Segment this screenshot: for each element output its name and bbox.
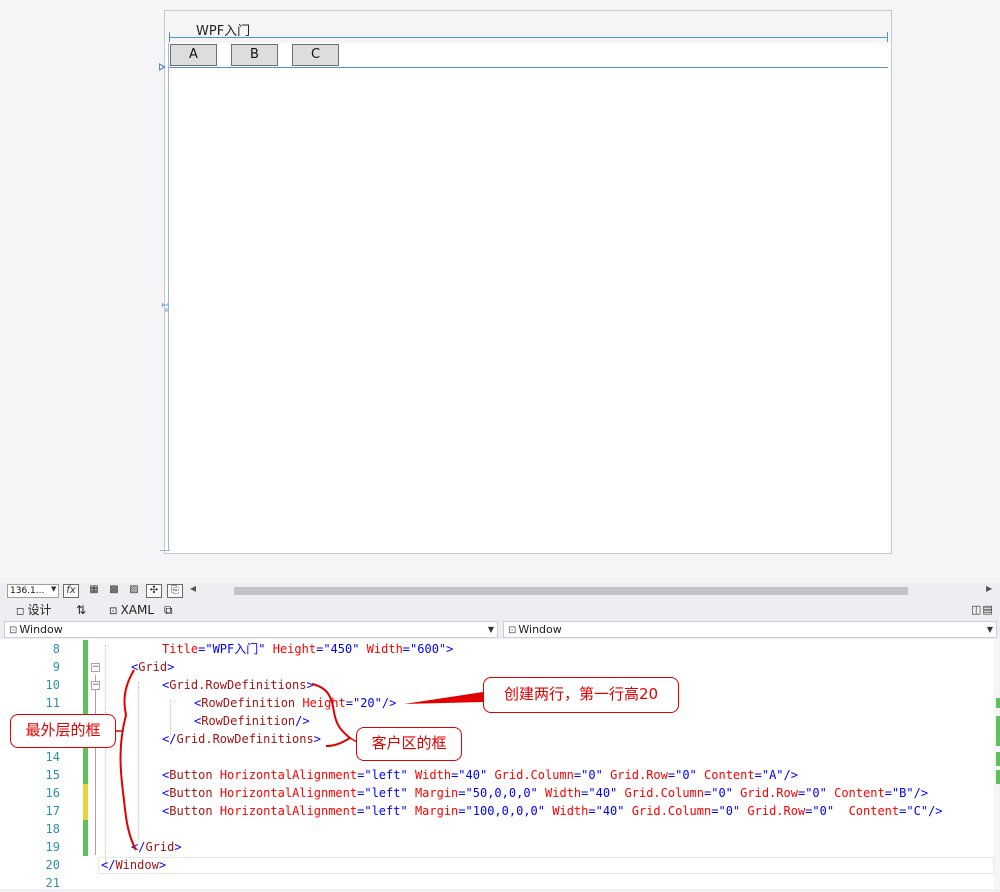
code-line-10[interactable]: <Grid.RowDefinitions>	[162, 676, 314, 694]
grid-row-guide	[168, 43, 169, 551]
row-size-label[interactable]: 1*	[159, 302, 169, 312]
indent-guide	[105, 645, 107, 865]
change-marker	[83, 694, 88, 712]
outline-line	[95, 675, 96, 855]
change-marker	[83, 676, 88, 694]
project-code-icon[interactable]: ⎘	[167, 584, 183, 598]
line-number: 19	[45, 840, 60, 854]
annotation-outer-frame: 最外层的框	[10, 714, 116, 748]
grid-icon[interactable]: ▦	[86, 584, 102, 598]
window-preview[interactable]	[164, 10, 892, 554]
snap-grid-icon[interactable]: ▩	[106, 584, 122, 598]
annotation-client-area: 客户区的框	[356, 727, 462, 761]
grid-column-guide	[169, 37, 888, 38]
element-icon: ⊡	[508, 625, 517, 636]
preview-button-c[interactable]: C	[292, 44, 339, 66]
line-number: 15	[45, 768, 60, 782]
code-line-15[interactable]: <Button HorizontalAlignment="left" Width…	[162, 766, 798, 784]
line-number: 10	[45, 678, 60, 692]
code-line-12[interactable]: <RowDefinition/>	[194, 712, 310, 730]
change-marker	[83, 784, 88, 802]
code-line-13[interactable]: </Grid.RowDefinitions>	[162, 730, 321, 748]
scroll-change-marker	[996, 752, 1000, 766]
swap-panes-button[interactable]: ⇅	[76, 602, 86, 618]
preview-button-a[interactable]: A	[170, 44, 217, 66]
code-line-8[interactable]: Title="WPF入门" Height="450" Width="600">	[162, 640, 453, 658]
tab-design-label: 设计	[27, 603, 52, 617]
grid-guide-bottom	[160, 550, 170, 551]
scroll-right-icon[interactable]: ▶	[986, 584, 992, 593]
background-icon[interactable]: ▨	[126, 584, 142, 598]
member-navigation-select[interactable]: ⊡ Window ▼	[503, 621, 997, 638]
member-navigation-value: Window	[518, 623, 562, 636]
line-number: 8	[52, 642, 60, 656]
line-number: 16	[45, 786, 60, 800]
tab-xaml[interactable]: ⊡ XAML	[109, 602, 154, 618]
chevron-down-icon[interactable]: ▼	[488, 622, 494, 637]
type-navigation-select[interactable]: ⊡ Window ▼	[4, 621, 498, 638]
change-marker	[83, 838, 88, 856]
design-icon: ◻	[16, 606, 28, 617]
row-marker-icon-inner	[160, 65, 163, 69]
code-line-17[interactable]: <Button HorizontalAlignment="left" Margi…	[162, 802, 943, 820]
scroll-change-marker	[996, 770, 1000, 784]
change-marker	[83, 640, 88, 658]
chevron-down-icon[interactable]: ▼	[51, 585, 56, 593]
element-icon: ⊡	[9, 625, 18, 636]
chevron-down-icon[interactable]: ▼	[987, 622, 993, 637]
fx-button[interactable]: fx	[63, 584, 79, 598]
code-line-11[interactable]: <RowDefinition Height="20"/>	[194, 694, 396, 712]
change-marker	[83, 802, 88, 820]
line-number: 18	[45, 822, 60, 836]
scroll-change-marker	[996, 716, 1000, 746]
line-number: 17	[45, 804, 60, 818]
scroll-change-marker	[996, 698, 1000, 708]
type-navigation-value: Window	[19, 623, 63, 636]
change-marker	[83, 820, 88, 838]
tab-xaml-label: XAML	[120, 603, 155, 617]
code-line-9[interactable]: <Grid>	[131, 658, 174, 676]
code-line-20[interactable]: </Window>	[101, 856, 166, 874]
xaml-icon: ⊡	[109, 606, 121, 617]
code-line-19[interactable]: </Grid>	[131, 838, 182, 856]
collapse-icon[interactable]: −	[91, 663, 100, 672]
indent-guide	[138, 682, 140, 842]
line-number: 11	[45, 696, 60, 710]
preview-button-b[interactable]: B	[231, 44, 278, 66]
grid-guide-tick-left	[169, 32, 170, 42]
change-marker	[83, 748, 88, 766]
split-view-icons[interactable]: ◫▤	[971, 603, 994, 616]
change-marker	[83, 766, 88, 784]
line-number: 21	[45, 876, 60, 890]
line-number: 14	[45, 750, 60, 764]
popout-icon[interactable]: ⧉	[164, 602, 173, 618]
grid-row-divider[interactable]	[169, 67, 888, 68]
tab-design[interactable]: ◻ 设计	[16, 602, 52, 618]
line-number: 9	[52, 660, 60, 674]
change-marker	[83, 658, 88, 676]
current-line-highlight	[98, 857, 994, 874]
grid-guide-tick-right	[887, 32, 888, 42]
window-title-bar	[165, 11, 891, 43]
annotation-two-rows: 创建两行，第一行高20	[483, 677, 679, 713]
code-line-16[interactable]: <Button HorizontalAlignment="left" Margi…	[162, 784, 928, 802]
horizontal-scroll-thumb[interactable]	[234, 587, 908, 595]
line-number: 20	[45, 858, 60, 872]
snap-lines-icon[interactable]: ✣	[146, 584, 162, 598]
collapse-icon[interactable]: −	[91, 681, 100, 690]
